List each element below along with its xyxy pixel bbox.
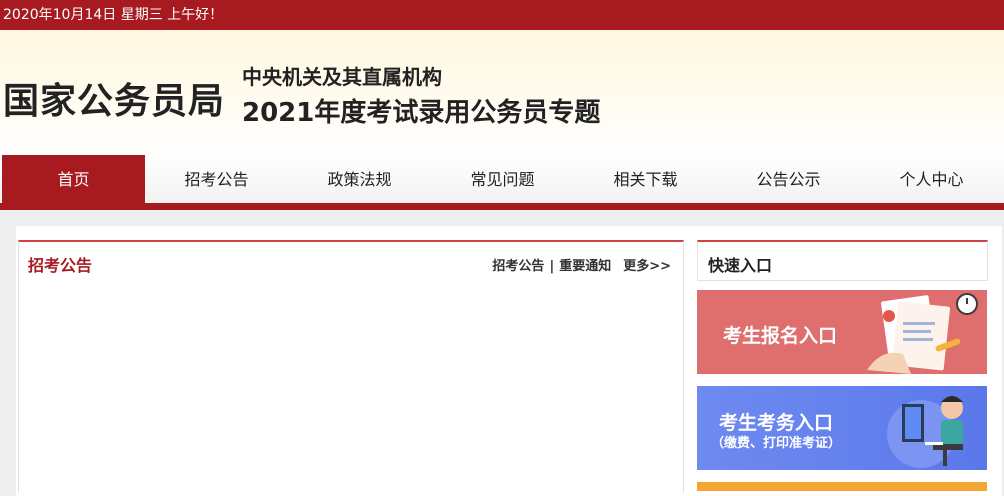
top-date-bar: 2020年10月14日 星期三 上午好！ (0, 0, 1004, 30)
exam-entry-label: 考生考务入口 (719, 412, 834, 434)
quick-entry-title: 快速入口 (708, 256, 773, 275)
exam-entry-banner[interactable]: 考生考务入口 （缴费、打印准考证） (697, 386, 987, 470)
nav-faq[interactable]: 常见问题 (431, 155, 574, 203)
nav-recruitment-announcements[interactable]: 招考公告 (145, 155, 288, 203)
nav-downloads[interactable]: 相关下载 (574, 155, 717, 203)
nav-home[interactable]: 首页 (2, 155, 145, 203)
header-subtitle-1: 中央机关及其直属机构 (242, 65, 442, 89)
announcements-box: 招考公告 招考公告 | 重要通知 更多>> (18, 240, 684, 493)
third-entry-banner[interactable] (697, 482, 987, 491)
nav-policies[interactable]: 政策法规 (288, 155, 431, 203)
announcements-title: 招考公告 (28, 256, 93, 275)
register-entry-banner[interactable]: 考生报名入口 (697, 290, 987, 374)
date-text: 2020年10月14日 星期三 上午好！ (3, 7, 224, 23)
link-recruitment-announcements[interactable]: 招考公告 (492, 259, 544, 274)
link-important-notices[interactable]: 重要通知 (559, 259, 611, 274)
site-header: 国家公务员局 中央机关及其直属机构 2021年度考试录用公务员专题 (0, 30, 1004, 155)
register-entry-label: 考生报名入口 (723, 325, 838, 347)
quick-entry-box: 快速入口 (697, 240, 988, 281)
more-link[interactable]: 更多>> (623, 259, 671, 274)
links-separator: | (549, 259, 555, 274)
main-nav: 首页 招考公告 政策法规 常见问题 相关下载 公告公示 个人中心 (0, 155, 1004, 210)
nav-personal-center[interactable]: 个人中心 (860, 155, 1003, 203)
nav-public-notices[interactable]: 公告公示 (717, 155, 860, 203)
header-subtitle-2: 2021年度考试录用公务员专题 (242, 98, 601, 128)
site-name[interactable]: 国家公务员局 (3, 72, 225, 124)
exam-entry-sublabel: （缴费、打印准考证） (711, 436, 842, 451)
announcements-links: 招考公告 | 重要通知 更多>> (492, 255, 671, 274)
